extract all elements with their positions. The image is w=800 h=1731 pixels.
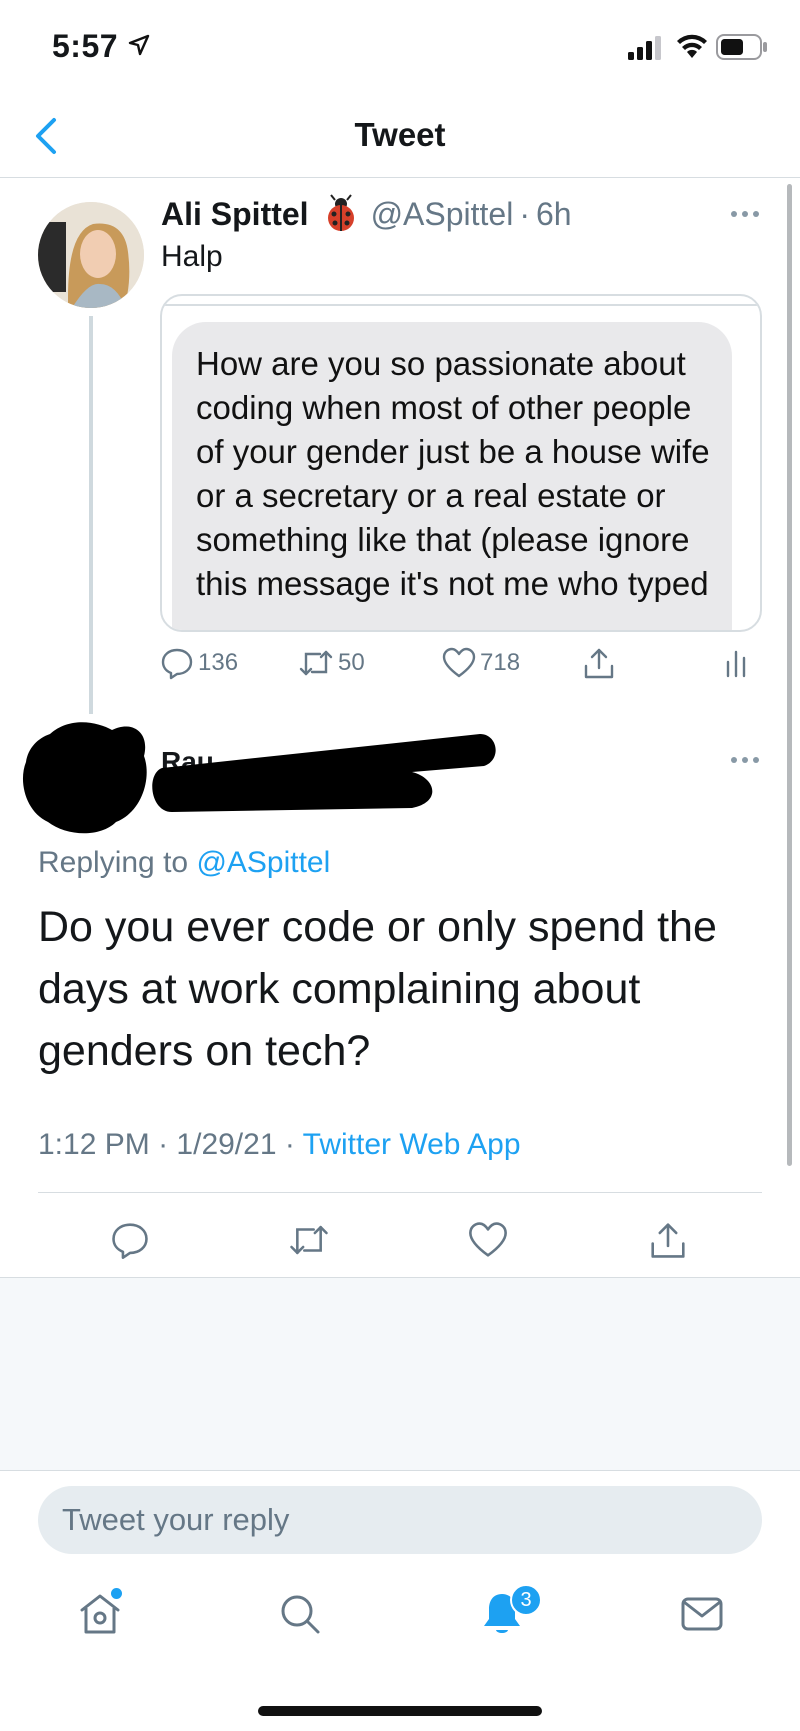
heart-icon — [442, 647, 476, 678]
messages-envelope-icon[interactable] — [678, 1590, 726, 1638]
tweet-header: Ali Spittel @ASpittel · 6h — [161, 194, 572, 234]
home-indicator — [258, 1706, 542, 1716]
status-bar: 5:57 — [0, 0, 800, 100]
share-button[interactable] — [582, 646, 620, 680]
heart-icon[interactable] — [468, 1220, 508, 1260]
reply-tweet-text: Do you ever code or only spend the days … — [38, 903, 717, 1075]
more-options-icon[interactable] — [728, 200, 762, 228]
location-arrow-icon — [128, 34, 150, 56]
scrollbar[interactable] — [787, 184, 792, 1166]
share-icon[interactable] — [648, 1220, 688, 1260]
separator: · — [284, 1128, 295, 1161]
author-name[interactable]: Ali Spittel — [161, 196, 309, 233]
battery-icon — [716, 34, 767, 60]
tweet-text: Halp — [161, 240, 223, 273]
reply-input[interactable] — [62, 1486, 742, 1554]
retweet-button[interactable]: 50 — [298, 646, 365, 680]
home-unread-dot — [111, 1588, 122, 1599]
status-time: 5:57 — [52, 28, 119, 64]
divider — [38, 1192, 762, 1193]
thread-line — [89, 316, 93, 714]
separator: · — [158, 1128, 169, 1161]
nav-bar: Tweet — [0, 100, 800, 178]
retweet-count: 50 — [338, 649, 365, 676]
message-bubble: How are you so passionate about coding w… — [172, 322, 732, 630]
avatar[interactable] — [38, 202, 144, 308]
reply-count: 136 — [198, 649, 239, 676]
reply-button[interactable]: 136 — [160, 646, 238, 680]
tweet-age: 6h — [535, 195, 572, 232]
ladybug-icon — [327, 194, 354, 231]
wifi-icon — [677, 34, 707, 58]
redacted-avatar — [22, 722, 147, 834]
reply-composer — [38, 1486, 762, 1554]
tweet-meta: 1:12 PM · 1/29/21 · Twitter Web App — [38, 1128, 521, 1162]
media-card[interactable]: How are you so passionate about coding w… — [160, 294, 762, 632]
signal-icon — [628, 36, 661, 60]
notification-badge: 3 — [510, 1584, 542, 1616]
redacted-name — [152, 734, 496, 812]
divider — [0, 1470, 800, 1471]
analytics-button[interactable] — [720, 646, 756, 680]
separator: · — [519, 195, 530, 232]
mention-link[interactable]: @ASpittel — [196, 846, 330, 879]
author-handle[interactable]: @ASpittel — [371, 196, 514, 233]
replying-to-label: Replying to — [38, 846, 189, 879]
reply-icon[interactable] — [110, 1220, 150, 1260]
message-text: How are you so passionate about coding w… — [196, 345, 710, 602]
analytics-icon — [726, 650, 746, 678]
tweet-actions: 136 50 718 — [160, 642, 760, 686]
tab-bar — [0, 1570, 800, 1670]
page-title: Tweet — [354, 116, 446, 153]
avatar-photo — [38, 202, 144, 308]
search-icon[interactable] — [276, 1590, 324, 1638]
share-icon — [584, 648, 614, 679]
retweet-icon[interactable] — [288, 1220, 330, 1260]
reply-icon — [161, 648, 193, 680]
more-options-icon[interactable] — [728, 746, 762, 774]
tweet-date: 1/29/21 — [176, 1128, 277, 1161]
like-count: 718 — [480, 649, 521, 676]
replying-to: Replying to @ASpittel — [38, 846, 330, 880]
retweet-icon — [299, 650, 333, 676]
media-divider — [162, 304, 760, 306]
like-button[interactable]: 718 — [442, 646, 520, 680]
tweet-time: 1:12 PM — [38, 1128, 150, 1161]
tweet-actions — [0, 1220, 800, 1266]
tweet-source-link[interactable]: Twitter Web App — [303, 1128, 521, 1161]
empty-replies-area — [0, 1278, 800, 1470]
